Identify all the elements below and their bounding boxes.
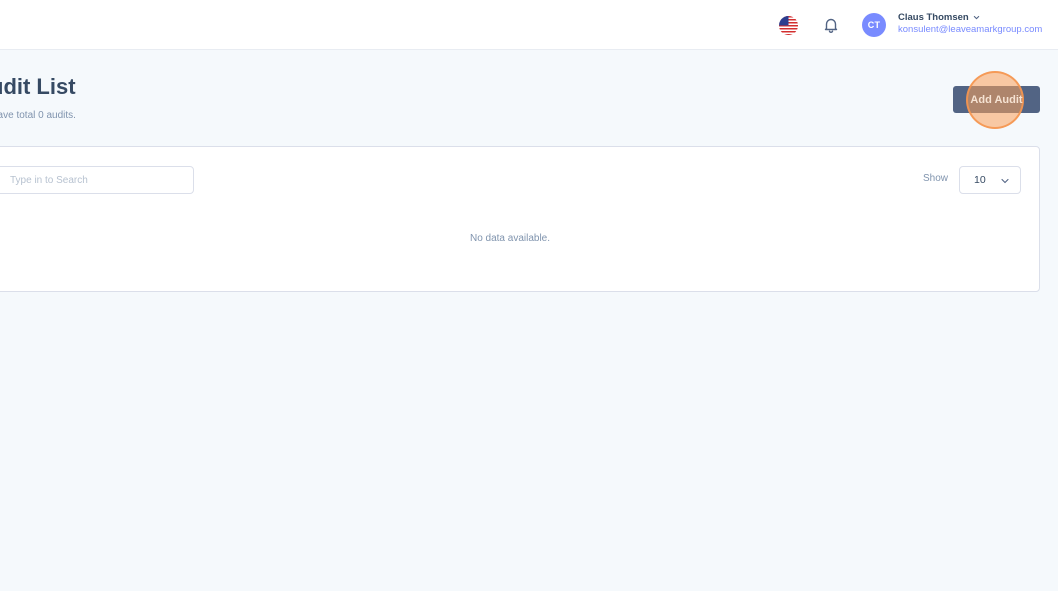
user-email: konsulent@leaveamarkgroup.com bbox=[898, 24, 1043, 35]
us-flag-icon[interactable] bbox=[779, 16, 798, 35]
avatar[interactable]: CT bbox=[862, 13, 886, 37]
top-header: CT Claus Thomsen konsulent@leaveamarkgro… bbox=[0, 0, 1058, 50]
user-name[interactable]: Claus Thomsen bbox=[898, 12, 980, 23]
audit-table-card: Show 10 No data available. bbox=[0, 146, 1040, 292]
chevron-down-icon bbox=[973, 15, 979, 20]
page-title: udit List bbox=[0, 74, 76, 99]
user-name-label: Claus Thomsen bbox=[898, 12, 969, 23]
page-size-select[interactable]: 10 bbox=[959, 166, 1021, 194]
page-subtitle: have total 0 audits. bbox=[0, 110, 76, 121]
add-audit-button-label: Add Audit bbox=[970, 93, 1023, 106]
add-audit-button[interactable]: Add Audit bbox=[953, 86, 1040, 113]
empty-message: No data available. bbox=[469, 233, 551, 244]
bell-icon[interactable] bbox=[822, 16, 840, 34]
chevron-down-icon bbox=[1001, 178, 1009, 184]
search-input[interactable] bbox=[0, 166, 194, 194]
page-size-value: 10 bbox=[974, 174, 986, 186]
show-label: Show bbox=[923, 173, 949, 184]
